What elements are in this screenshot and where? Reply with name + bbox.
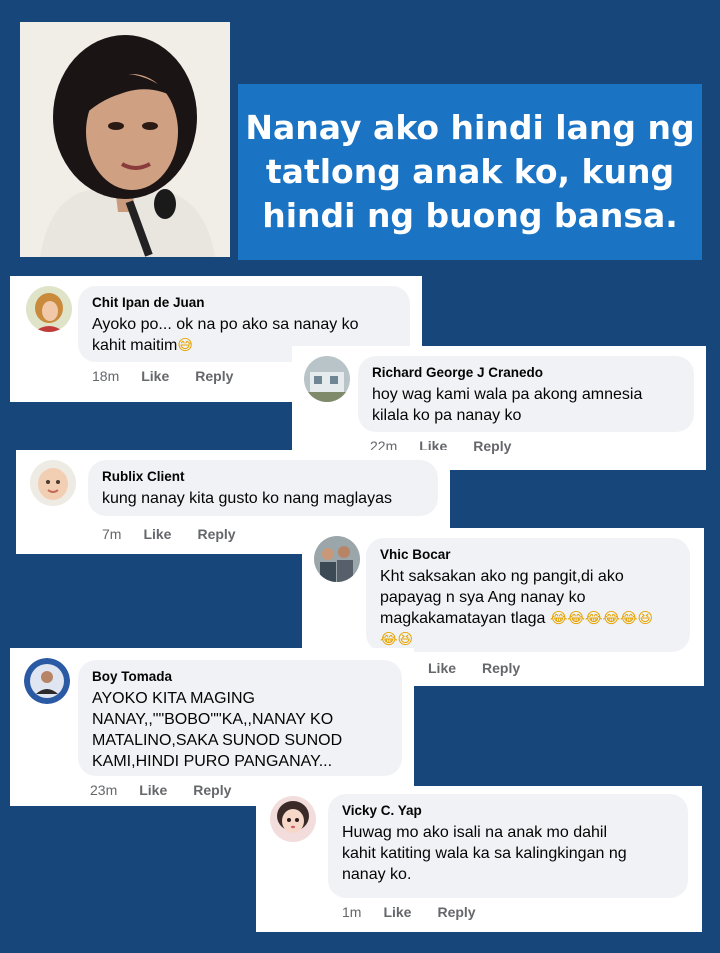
comment-text-line: hoy wag kami wala pa akong amnesia bbox=[372, 386, 643, 403]
quote-banner: Nanay ako hindi lang ng tatlong anak ko,… bbox=[238, 84, 702, 260]
man-badge-photo-icon bbox=[24, 658, 70, 704]
comment-author[interactable]: Chit Ipan de Juan bbox=[92, 295, 396, 310]
avatar[interactable] bbox=[24, 658, 70, 704]
baby-photo-icon bbox=[30, 460, 76, 506]
avatar[interactable] bbox=[314, 536, 360, 582]
comment-timestamp[interactable]: 23m bbox=[90, 782, 117, 798]
comment-text-line: Huwag mo ako isali na anak mo dahil bbox=[342, 824, 608, 841]
comment-text-line: nanay ko. bbox=[342, 866, 412, 883]
comment-text-line: kahit katiting wala ka sa kalingkingan n… bbox=[342, 845, 627, 862]
comment-actions: 1m Like Reply bbox=[342, 904, 502, 920]
avatar[interactable] bbox=[26, 286, 72, 332]
comment-text-line: AYOKO KITA MAGING bbox=[92, 690, 255, 707]
laughing-emoji-icon: 😂😂😂😂😂😆 bbox=[549, 609, 654, 627]
doll-photo-icon bbox=[270, 796, 316, 842]
comment-actions: 23m Like Reply bbox=[90, 782, 257, 798]
comment-actions: 7m Like Reply bbox=[102, 526, 262, 542]
quote-line-1: Nanay ako hindi lang ng bbox=[245, 108, 695, 147]
speaker-photo bbox=[20, 22, 230, 257]
group-photo-icon bbox=[314, 536, 360, 582]
comment-text: kung nanay kita gusto ko nang maglayas bbox=[102, 488, 424, 509]
comment-author[interactable]: Boy Tomada bbox=[92, 669, 388, 684]
like-button[interactable]: Like bbox=[141, 368, 169, 384]
comment-author[interactable]: Vicky C. Yap bbox=[342, 803, 674, 818]
comment-bubble: Rublix Client kung nanay kita gusto ko n… bbox=[88, 460, 438, 516]
comment-text: Huwag mo ako isali na anak mo dahil kahi… bbox=[342, 822, 674, 885]
comment-timestamp[interactable]: 7m bbox=[102, 526, 121, 542]
comment-bubble: Boy Tomada AYOKO KITA MAGING NANAY,,""BO… bbox=[78, 660, 402, 776]
comment-text-line: papayag n sya Ang nanay ko bbox=[380, 589, 586, 606]
like-button[interactable]: Like bbox=[383, 904, 411, 920]
reply-button[interactable]: Reply bbox=[482, 660, 520, 676]
reply-button[interactable]: Reply bbox=[193, 782, 231, 798]
avatar[interactable] bbox=[304, 356, 350, 402]
comment-author[interactable]: Vhic Bocar bbox=[380, 547, 676, 562]
avatar[interactable] bbox=[30, 460, 76, 506]
reply-button[interactable]: Reply bbox=[437, 904, 475, 920]
comment-author[interactable]: Richard George J Cranedo bbox=[372, 365, 680, 380]
comment-text-line: Kht saksakan ako ng pangit,di ako bbox=[380, 568, 624, 585]
like-button[interactable]: Like bbox=[143, 526, 171, 542]
comment-actions: Like Reply bbox=[428, 660, 546, 676]
comment-text: AYOKO KITA MAGING NANAY,,""BOBO""KA,,NAN… bbox=[92, 688, 388, 772]
reply-button[interactable]: Reply bbox=[197, 526, 235, 542]
comment-text-line: magkakamatayan tlaga bbox=[380, 610, 546, 627]
like-button[interactable]: Like bbox=[428, 660, 456, 676]
quote-line-3: hindi ng buong bansa. bbox=[262, 196, 678, 235]
quote-line-2: tatlong anak ko, kung bbox=[265, 152, 675, 191]
comment-text: hoy wag kami wala pa akong amnesia kilal… bbox=[372, 384, 680, 426]
comment-actions: 18m Like Reply bbox=[92, 368, 259, 384]
comment-timestamp[interactable]: 1m bbox=[342, 904, 361, 920]
comment-bubble: Vhic Bocar Kht saksakan ako ng pangit,di… bbox=[366, 538, 690, 652]
comment-text-line: Ayoko po... ok na po ako sa nanay ko bbox=[92, 316, 359, 333]
comment-text-line: MATALINO,SAKA SUNOD SUNOD bbox=[92, 732, 343, 749]
like-button[interactable]: Like bbox=[139, 782, 167, 798]
comment-text-line: NANAY,,""BOBO""KA,,NANAY KO bbox=[92, 711, 334, 728]
comment-bubble: Vicky C. Yap Huwag mo ako isali na anak … bbox=[328, 794, 688, 898]
comment-card: Boy Tomada AYOKO KITA MAGING NANAY,,""BO… bbox=[10, 648, 414, 806]
woman-portrait-icon bbox=[26, 286, 72, 332]
comment-author[interactable]: Rublix Client bbox=[102, 469, 424, 484]
comment-text-line: kilala ko pa nanay ko bbox=[372, 407, 522, 424]
avatar[interactable] bbox=[270, 796, 316, 842]
sweat-smile-emoji-icon: 😅 bbox=[177, 336, 193, 354]
comment-bubble: Richard George J Cranedo hoy wag kami wa… bbox=[358, 356, 694, 432]
woman-speaking-icon bbox=[20, 22, 230, 257]
comment-timestamp[interactable]: 18m bbox=[92, 368, 119, 384]
building-photo-icon bbox=[304, 356, 350, 402]
comment-card: Vicky C. Yap Huwag mo ako isali na anak … bbox=[256, 786, 702, 932]
reply-button[interactable]: Reply bbox=[473, 438, 511, 454]
reply-button[interactable]: Reply bbox=[195, 368, 233, 384]
comment-text-line: KAMI,HINDI PURO PANGANAY... bbox=[92, 753, 333, 770]
quote-text: Nanay ako hindi lang ng tatlong anak ko,… bbox=[245, 106, 694, 238]
laughing-emoji-icon: 😂😆 bbox=[380, 630, 414, 648]
comment-text-line: kung nanay kita gusto ko nang maglayas bbox=[102, 490, 392, 507]
comment-text: Kht saksakan ako ng pangit,di ako papaya… bbox=[380, 566, 676, 650]
comment-text-line: kahit maitim bbox=[92, 337, 178, 354]
